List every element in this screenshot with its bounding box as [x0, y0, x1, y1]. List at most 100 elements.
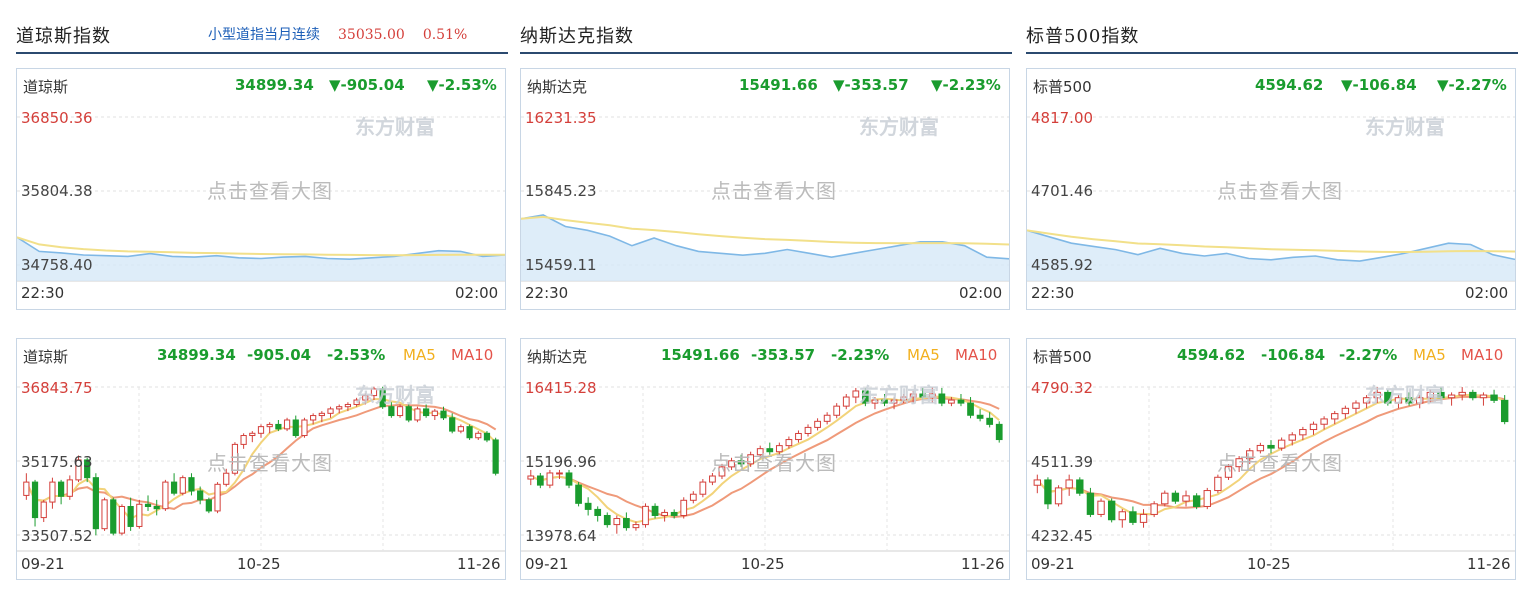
- candle-body: [1331, 413, 1339, 420]
- index-price: 34899.34: [235, 76, 314, 94]
- chart-header: 纳斯达克 15491.66 -353.57 -2.23% MA5 MA10: [521, 339, 1009, 369]
- x-axis-start: 22:30: [525, 284, 569, 302]
- x-axis-start: 22:30: [1031, 284, 1075, 302]
- enlarge-hint[interactable]: 点击查看大图: [207, 175, 333, 204]
- y-axis-mid: 4511.39: [1031, 453, 1094, 471]
- candle-body: [1150, 503, 1158, 515]
- x-axis-start: 22:30: [21, 284, 65, 302]
- y-axis-mid: 15845.23: [525, 182, 597, 200]
- enlarge-hint[interactable]: 点击查看大图: [711, 447, 837, 476]
- candle-body: [1097, 500, 1105, 515]
- legend-ma10: MA10: [1461, 346, 1504, 364]
- brand-watermark: 东方财富: [355, 383, 435, 407]
- kline-chart-dow[interactable]: 道琼斯 34899.34 -905.04 -2.53% MA5 MA10 368…: [16, 338, 506, 580]
- chart-header: 标普500 4594.62 ▼-106.84 ▼-2.27%: [1027, 69, 1515, 99]
- y-axis-high: 4817.00: [1031, 109, 1094, 127]
- candle-body: [31, 481, 39, 519]
- brand-watermark: 东方财富: [1365, 383, 1445, 407]
- candle-body: [795, 432, 802, 441]
- legend-ma5: MA5: [1413, 346, 1446, 364]
- y-axis-low: 13978.64: [525, 527, 597, 545]
- candle-body: [575, 484, 582, 504]
- futures-name[interactable]: 小型道指当月连续: [208, 27, 320, 43]
- candle-body: [1309, 423, 1318, 431]
- index-name: 道琼斯: [23, 348, 69, 366]
- candle-body: [1320, 418, 1328, 425]
- candle-body: [1086, 492, 1095, 515]
- candle-body: [1299, 429, 1307, 436]
- candle-body: [1288, 434, 1296, 441]
- candle-body: [92, 477, 99, 530]
- candle-body: [344, 403, 352, 408]
- candle-body: [440, 410, 447, 419]
- candle-body: [584, 502, 592, 510]
- candle-body: [197, 490, 204, 501]
- candle-body: [986, 417, 994, 425]
- intraday-chart-nasdaq[interactable]: 纳斯达克 15491.66 ▼-353.57 ▼-2.23% 16231.35 …: [520, 68, 1010, 310]
- candle-body: [1479, 394, 1488, 399]
- index-name: 标普500: [1033, 348, 1092, 366]
- index-price: 4594.62: [1177, 346, 1246, 364]
- enlarge-hint[interactable]: 点击查看大图: [711, 175, 837, 204]
- chart-header: 纳斯达克 15491.66 ▼-353.57 ▼-2.23%: [521, 69, 1009, 99]
- candle-body: [136, 503, 143, 527]
- candle-body: [967, 402, 974, 416]
- candle-body: [49, 481, 56, 503]
- candle-body: [483, 432, 491, 441]
- futures-link[interactable]: 小型道指当月连续 35035.00 0.51%: [208, 24, 467, 44]
- candle-body: [709, 475, 716, 483]
- intraday-chart-sp500[interactable]: 标普500 4594.62 ▼-106.84 ▼-2.27% 4817.00 4…: [1026, 68, 1516, 310]
- candle-body: [110, 499, 117, 534]
- index-change: ▼-353.57: [833, 76, 909, 94]
- index-name: 纳斯达克: [527, 78, 588, 96]
- candle-body: [240, 435, 247, 445]
- candle-body: [1044, 479, 1052, 505]
- kline-chart-sp500[interactable]: 标普500 4594.62 -106.84 -2.27% MA5 MA10 47…: [1026, 338, 1516, 580]
- candle-body: [457, 426, 464, 432]
- x-axis-tick: 09-21: [21, 555, 65, 573]
- candle-body: [948, 399, 955, 404]
- candle-body: [1352, 402, 1360, 409]
- kline-chart-nasdaq[interactable]: 纳斯达克 15491.66 -353.57 -2.23% MA5 MA10 16…: [520, 338, 1010, 580]
- candle-body: [301, 419, 308, 437]
- y-axis-high: 16415.28: [525, 379, 597, 397]
- index-price: 15491.66: [661, 346, 740, 364]
- candle-body: [1171, 492, 1180, 502]
- candle-body: [1139, 513, 1148, 523]
- candle-body: [556, 472, 563, 475]
- section-title: 纳斯达克指数: [520, 26, 634, 47]
- legend-ma5: MA5: [907, 346, 940, 364]
- x-axis-tick: 09-21: [525, 555, 569, 573]
- index-name: 纳斯达克: [527, 348, 588, 366]
- candle-body: [1033, 479, 1041, 486]
- enlarge-hint[interactable]: 点击查看大图: [1217, 447, 1343, 476]
- candle-body: [785, 439, 793, 447]
- candle-body: [1203, 490, 1211, 507]
- candle-body: [1065, 479, 1073, 489]
- candle-body: [170, 481, 178, 494]
- candle-body: [310, 415, 317, 421]
- y-axis-high: 4790.32: [1031, 379, 1094, 397]
- candle-body: [689, 493, 697, 501]
- x-axis-end: 02:00: [455, 284, 499, 302]
- x-axis-tick: 11-26: [1467, 555, 1511, 573]
- candle-body: [613, 518, 621, 526]
- candle-body: [214, 483, 221, 512]
- candle-body: [651, 505, 659, 516]
- enlarge-hint[interactable]: 点击查看大图: [1217, 175, 1343, 204]
- candle-body: [423, 408, 430, 417]
- candle-body: [66, 479, 73, 497]
- x-axis-tick: 11-26: [457, 555, 501, 573]
- intraday-chart-dow[interactable]: 道琼斯 34899.34 ▼-905.04 ▼-2.53% 36850.36 3…: [16, 68, 506, 310]
- chart-header: 道琼斯 34899.34 -905.04 -2.53% MA5 MA10: [17, 339, 505, 369]
- candle-body: [492, 439, 499, 474]
- brand-watermark: 东方财富: [355, 115, 435, 139]
- candle-body: [623, 518, 630, 529]
- y-axis-low: 33507.52: [21, 527, 93, 545]
- section-title: 道琼斯指数: [16, 26, 111, 47]
- enlarge-hint[interactable]: 点击查看大图: [207, 447, 333, 476]
- price-area: [1027, 230, 1515, 281]
- candle-body: [101, 499, 108, 530]
- candle-body: [594, 508, 602, 516]
- candle-body: [249, 432, 256, 437]
